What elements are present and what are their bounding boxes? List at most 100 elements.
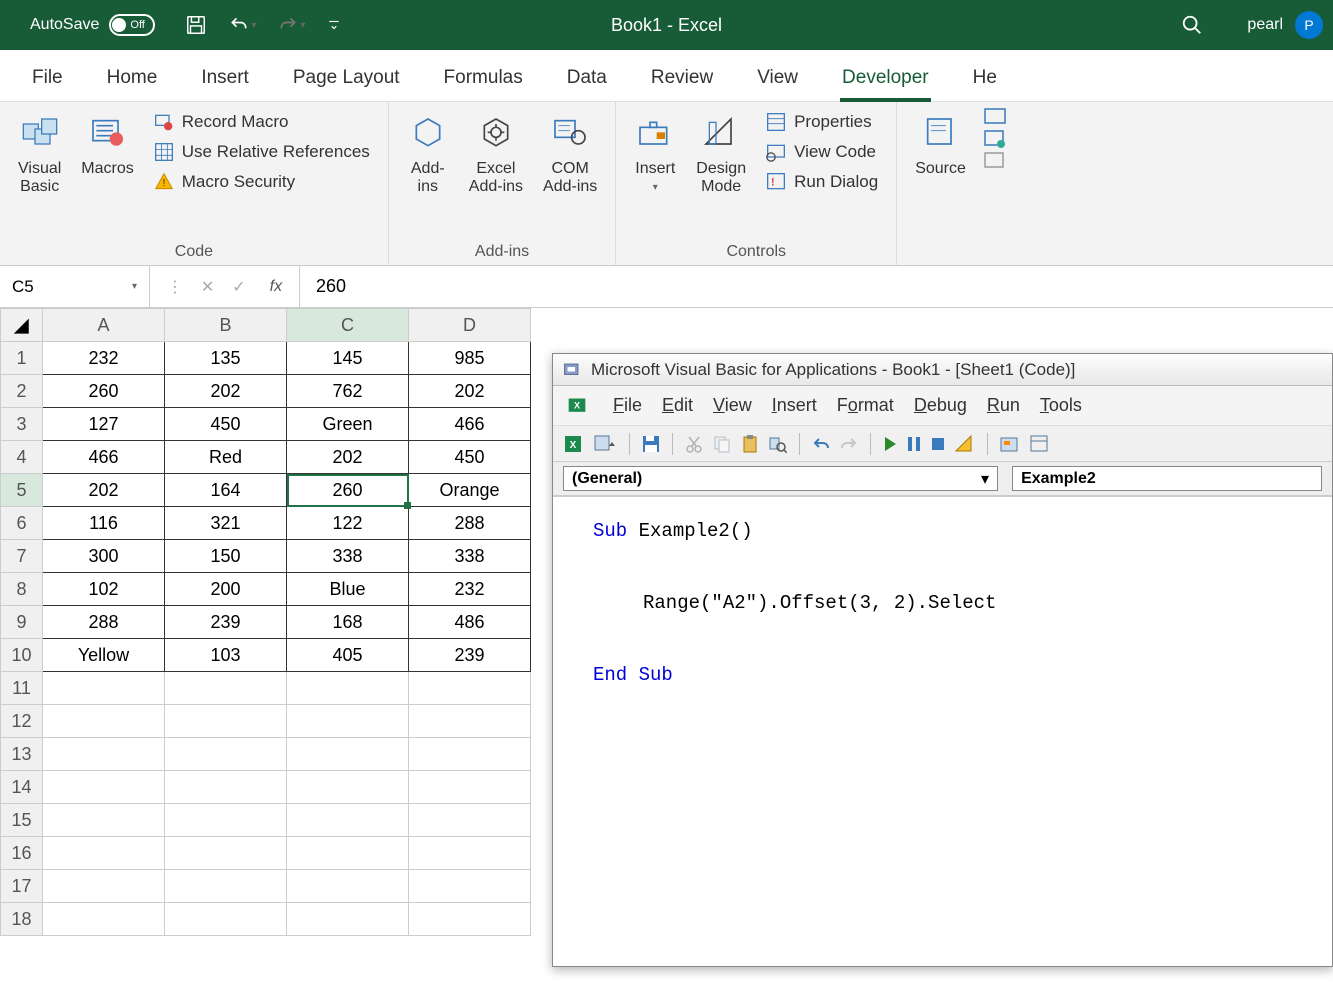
row-header[interactable]: 17: [1, 870, 43, 903]
cell[interactable]: [165, 837, 287, 870]
vba-view-excel-icon[interactable]: X: [563, 434, 583, 454]
row-header[interactable]: 5: [1, 474, 43, 507]
cell[interactable]: [287, 837, 409, 870]
vba-object-dropdown[interactable]: (General) ▾: [563, 466, 998, 491]
vba-redo-icon[interactable]: [840, 435, 858, 453]
visual-basic-button[interactable]: Visual Basic: [12, 108, 67, 200]
formula-input[interactable]: 260: [300, 266, 1333, 307]
cell[interactable]: 338: [409, 540, 531, 573]
cell[interactable]: Blue: [287, 573, 409, 606]
row-header[interactable]: 3: [1, 408, 43, 441]
cell[interactable]: 466: [409, 408, 531, 441]
cell[interactable]: [165, 771, 287, 804]
row-header[interactable]: 1: [1, 342, 43, 375]
use-relative-references-button[interactable]: Use Relative References: [148, 138, 376, 166]
vba-cut-icon[interactable]: [685, 435, 703, 453]
vba-procedure-dropdown[interactable]: Example2: [1012, 466, 1322, 491]
tab-insert[interactable]: Insert: [179, 55, 271, 101]
cell[interactable]: [409, 804, 531, 837]
cell[interactable]: 122: [287, 507, 409, 540]
cell[interactable]: 450: [165, 408, 287, 441]
vba-properties-icon[interactable]: [1030, 435, 1050, 453]
row-header[interactable]: 6: [1, 507, 43, 540]
vba-menu-debug[interactable]: Debug: [914, 395, 967, 416]
cell[interactable]: 260: [287, 474, 409, 507]
cell[interactable]: [165, 672, 287, 705]
cell[interactable]: 288: [43, 606, 165, 639]
cell[interactable]: [43, 903, 165, 936]
cell[interactable]: [43, 837, 165, 870]
com-addins-button[interactable]: COM Add-ins: [537, 108, 603, 200]
vba-editor-window[interactable]: Microsoft Visual Basic for Applications …: [552, 353, 1333, 967]
properties-button[interactable]: Properties: [760, 108, 884, 136]
cell[interactable]: 239: [409, 639, 531, 672]
cell[interactable]: [409, 837, 531, 870]
vba-reset-icon[interactable]: [931, 437, 945, 451]
vba-project-icon[interactable]: [1000, 435, 1020, 453]
cell[interactable]: 232: [409, 573, 531, 606]
vba-menu-file[interactable]: File: [613, 395, 642, 416]
tab-page-layout[interactable]: Page Layout: [271, 55, 422, 101]
more-icon[interactable]: ⋮: [167, 277, 183, 297]
run-dialog-button[interactable]: ! Run Dialog: [760, 168, 884, 196]
cell[interactable]: 300: [43, 540, 165, 573]
cell[interactable]: 260: [43, 375, 165, 408]
cell[interactable]: [409, 771, 531, 804]
cell[interactable]: 338: [287, 540, 409, 573]
cell[interactable]: 202: [165, 375, 287, 408]
cell[interactable]: [287, 738, 409, 771]
col-header-a[interactable]: A: [43, 309, 165, 342]
row-header[interactable]: 8: [1, 573, 43, 606]
row-header[interactable]: 14: [1, 771, 43, 804]
cell[interactable]: 321: [165, 507, 287, 540]
row-header[interactable]: 9: [1, 606, 43, 639]
cancel-icon[interactable]: ✕: [201, 277, 214, 297]
row-header[interactable]: 15: [1, 804, 43, 837]
cell[interactable]: 145: [287, 342, 409, 375]
cell[interactable]: [287, 705, 409, 738]
record-macro-button[interactable]: Record Macro: [148, 108, 376, 136]
search-icon[interactable]: [1181, 14, 1203, 36]
save-icon[interactable]: [185, 14, 207, 36]
row-header[interactable]: 2: [1, 375, 43, 408]
cell[interactable]: [43, 771, 165, 804]
row-header[interactable]: 12: [1, 705, 43, 738]
cell[interactable]: [287, 771, 409, 804]
tab-view[interactable]: View: [735, 55, 820, 101]
vba-insert-dropdown-icon[interactable]: [593, 434, 617, 454]
cell[interactable]: [287, 672, 409, 705]
cell[interactable]: 103: [165, 639, 287, 672]
cell[interactable]: [409, 672, 531, 705]
col-header-b[interactable]: B: [165, 309, 287, 342]
enter-icon[interactable]: ✓: [232, 277, 245, 297]
vba-break-icon[interactable]: [907, 436, 921, 452]
vba-run-icon[interactable]: [883, 436, 897, 452]
vba-menu-run[interactable]: Run: [987, 395, 1020, 416]
vba-menu-view[interactable]: View: [713, 395, 752, 416]
toggle-switch[interactable]: Off: [109, 14, 155, 36]
cell[interactable]: [165, 903, 287, 936]
row-header[interactable]: 16: [1, 837, 43, 870]
vba-copy-icon[interactable]: [713, 435, 731, 453]
cell[interactable]: 116: [43, 507, 165, 540]
source-button[interactable]: Source: [909, 108, 972, 182]
view-code-button[interactable]: View Code: [760, 138, 884, 166]
row-header[interactable]: 10: [1, 639, 43, 672]
cell[interactable]: [43, 804, 165, 837]
cell[interactable]: 486: [409, 606, 531, 639]
customize-qat-icon[interactable]: [327, 18, 341, 32]
cell[interactable]: 202: [287, 441, 409, 474]
cell[interactable]: [287, 903, 409, 936]
cell[interactable]: 288: [409, 507, 531, 540]
vba-menu-format[interactable]: Format: [837, 395, 894, 416]
cell[interactable]: 232: [43, 342, 165, 375]
select-all-corner[interactable]: ◢: [1, 309, 43, 342]
cell[interactable]: 127: [43, 408, 165, 441]
cell[interactable]: [165, 804, 287, 837]
vba-title-bar[interactable]: Microsoft Visual Basic for Applications …: [553, 354, 1332, 386]
addins-button[interactable]: Add- ins: [401, 108, 455, 200]
row-header[interactable]: 18: [1, 903, 43, 936]
cell[interactable]: 985: [409, 342, 531, 375]
user-area[interactable]: pearl P: [1247, 11, 1323, 39]
cell[interactable]: [409, 738, 531, 771]
